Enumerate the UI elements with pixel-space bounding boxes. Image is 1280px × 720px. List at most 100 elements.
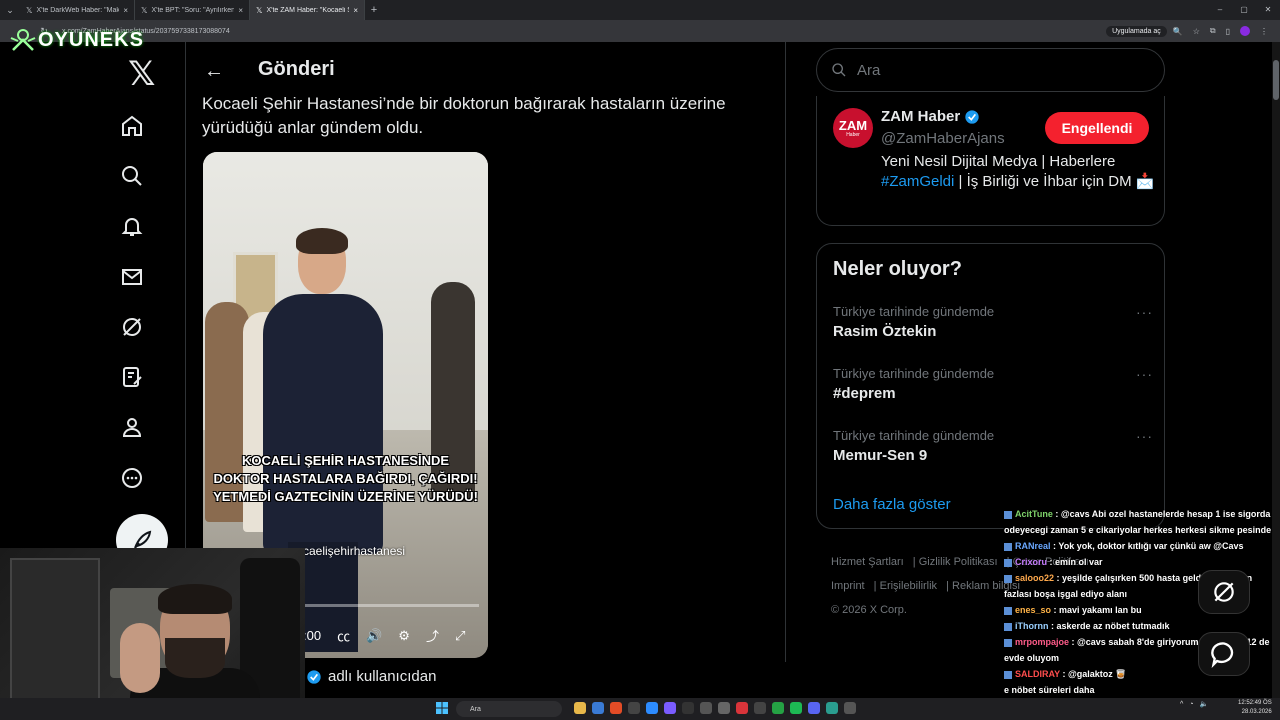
new-tab-button[interactable]: + <box>365 4 383 16</box>
volume-icon[interactable]: 🔈 <box>1200 700 1209 708</box>
tray-chevron-icon[interactable]: ^ <box>1180 701 1183 708</box>
search-icon <box>832 63 846 77</box>
app-icon[interactable] <box>700 702 712 714</box>
browser-tab[interactable]: 𝕏 X'te DarkWeb Haber: "Makas a × <box>20 0 135 20</box>
chat-message: AcitTune : @cavs Abi ozel hastanelerde h… <box>1004 509 1272 535</box>
more-icon[interactable] <box>118 464 146 492</box>
trend-item[interactable]: Türkiye tarihinde gündemde Memur-Sen 9 ·… <box>833 428 1153 464</box>
chat-badge-icon <box>1004 606 1012 615</box>
app-icon[interactable] <box>718 702 730 714</box>
tab-search-icon[interactable]: ⌄ <box>0 0 20 20</box>
back-arrow-icon[interactable]: ← <box>204 60 224 83</box>
home-icon[interactable] <box>118 112 146 140</box>
taskbar-clock[interactable]: 12:52:49 ÖS 28.03.2026 <box>1238 699 1272 717</box>
app-icon[interactable] <box>628 702 640 714</box>
more-options-icon[interactable]: ··· <box>1136 304 1153 320</box>
trend-item[interactable]: Türkiye tarihinde gündemde Rasim Öztekin… <box>833 304 1153 340</box>
app-icon[interactable] <box>826 702 838 714</box>
messages-float-button[interactable] <box>1198 632 1250 676</box>
grok-float-button[interactable] <box>1198 570 1250 614</box>
footer-link[interactable]: Gizlilik Politikası <box>919 556 998 568</box>
chat-badge-icon <box>1004 670 1012 679</box>
url-field[interactable]: x.com/ZamHaberAjans/status/2037597338173… <box>62 28 1106 35</box>
profile-handle[interactable]: @ZamHaberAjans <box>881 130 1005 147</box>
minimize-button[interactable]: – <box>1208 0 1232 20</box>
profile-icon[interactable] <box>118 413 146 441</box>
footer-link[interactable]: Imprint <box>831 580 865 592</box>
app-icon[interactable] <box>682 702 694 714</box>
taskbar-search[interactable]: Ara <box>456 701 562 717</box>
popout-icon[interactable]: ⤴ <box>426 626 439 645</box>
chat-username[interactable]: RANreal <box>1015 541 1051 551</box>
chrome-icon[interactable] <box>610 702 622 714</box>
trend-item[interactable]: Türkiye tarihinde gündemde #deprem ··· <box>833 366 1153 402</box>
volume-icon[interactable]: 🔊 <box>366 628 382 644</box>
profile-name[interactable]: ZAM Haber <box>881 108 980 125</box>
close-icon[interactable]: × <box>353 6 358 15</box>
attribution-text[interactable]: adlı kullanıcıdan <box>328 668 436 685</box>
address-bar: ↻ x.com/ZamHaberAjans/status/20375973381… <box>0 20 1280 42</box>
whatsapp-icon[interactable] <box>772 702 784 714</box>
chat-username[interactable]: enes_so <box>1015 605 1051 615</box>
tweet-text: Kocaeli Şehir Hastanesi’nde bir doktorun… <box>202 94 726 137</box>
close-icon[interactable]: × <box>123 6 128 15</box>
settings-gear-icon[interactable]: ⚙ <box>398 628 410 644</box>
zoom-icon[interactable]: 🔍 <box>1173 27 1183 36</box>
grok-icon <box>1214 582 1234 602</box>
avatar[interactable]: ZAM Haber <box>833 108 873 148</box>
app-icon[interactable] <box>844 702 856 714</box>
windows-start-icon[interactable] <box>436 702 448 714</box>
chat-text: emin ol var <box>1055 557 1103 567</box>
app-icon[interactable] <box>592 702 604 714</box>
open-in-app-button[interactable]: Uygulamada aç <box>1106 25 1167 37</box>
column-divider <box>785 42 786 662</box>
wifi-icon[interactable]: ◔ <box>1189 701 1193 708</box>
search-icon[interactable] <box>118 162 146 190</box>
bio-hashtag-link[interactable]: #ZamGeldi <box>881 173 954 190</box>
sidebar-icon[interactable]: ▯ <box>1226 27 1230 36</box>
browser-tab-active[interactable]: 𝕏 X'te ZAM Haber: "Kocaeli Şehir × <box>250 0 365 20</box>
close-icon[interactable]: × <box>238 6 243 15</box>
footer-link[interactable]: Hizmet Şartları <box>831 556 904 568</box>
more-options-icon[interactable]: ··· <box>1136 428 1153 444</box>
verified-badge-icon <box>307 669 321 684</box>
profile-avatar[interactable] <box>1240 26 1250 36</box>
x-favicon-icon: 𝕏 <box>26 5 33 15</box>
chat-username[interactable]: salooo22 <box>1015 573 1054 583</box>
more-options-icon[interactable]: ··· <box>1136 366 1153 382</box>
menu-kebab-icon[interactable]: ⋮ <box>1260 27 1268 36</box>
captions-icon[interactable]: ㏄ <box>337 626 350 645</box>
chat-username[interactable]: mrpompajoe <box>1015 637 1069 647</box>
footer-link[interactable]: Erişilebilirlik <box>880 580 937 592</box>
spotify-icon[interactable] <box>790 702 802 714</box>
app-icon[interactable] <box>754 702 766 714</box>
maximize-button[interactable]: ▢ <box>1232 0 1256 20</box>
bell-icon[interactable] <box>118 212 146 240</box>
search-input[interactable]: Ara <box>816 48 1165 92</box>
chat-username[interactable]: AcitTune <box>1015 509 1053 519</box>
show-more-link[interactable]: Daha fazla göster <box>833 496 951 513</box>
x-logo-icon[interactable]: 𝕏 <box>128 54 155 94</box>
chat-username[interactable]: Crixoru <box>1015 557 1047 567</box>
fullscreen-icon[interactable]: ⤢ <box>455 628 465 644</box>
mail-icon[interactable] <box>118 263 146 291</box>
video-progress-bar[interactable] <box>303 604 479 607</box>
video-caption: KOCAELİ ŞEHİR HASTANESİNDE DOKTOR HASTAL… <box>213 453 478 504</box>
app-icon[interactable] <box>664 702 676 714</box>
chat-username[interactable]: SALDIRAY <box>1015 669 1060 679</box>
extensions-icon[interactable]: ⧉ <box>1210 26 1216 36</box>
video-hashtag-overlay: caelişehirhastanesi <box>303 544 406 558</box>
bookmark-star-icon[interactable]: ☆ <box>1193 27 1200 36</box>
file-explorer-icon[interactable] <box>574 702 586 714</box>
blocked-button[interactable]: Engellendi <box>1045 112 1149 144</box>
app-icon[interactable] <box>736 702 748 714</box>
taskbar-apps <box>574 702 856 714</box>
grok-icon[interactable] <box>118 313 146 341</box>
chat-text: askerde az nöbet tutmadık <box>1056 621 1170 631</box>
browser-tab[interactable]: 𝕏 X'te BPT: "Soru: "Ayrılırken bir k × <box>135 0 250 20</box>
chat-username[interactable]: iThornn <box>1015 621 1049 631</box>
lists-icon[interactable] <box>118 363 146 391</box>
discord-icon[interactable] <box>808 702 820 714</box>
close-window-button[interactable]: ✕ <box>1256 0 1280 20</box>
app-icon[interactable] <box>646 702 658 714</box>
